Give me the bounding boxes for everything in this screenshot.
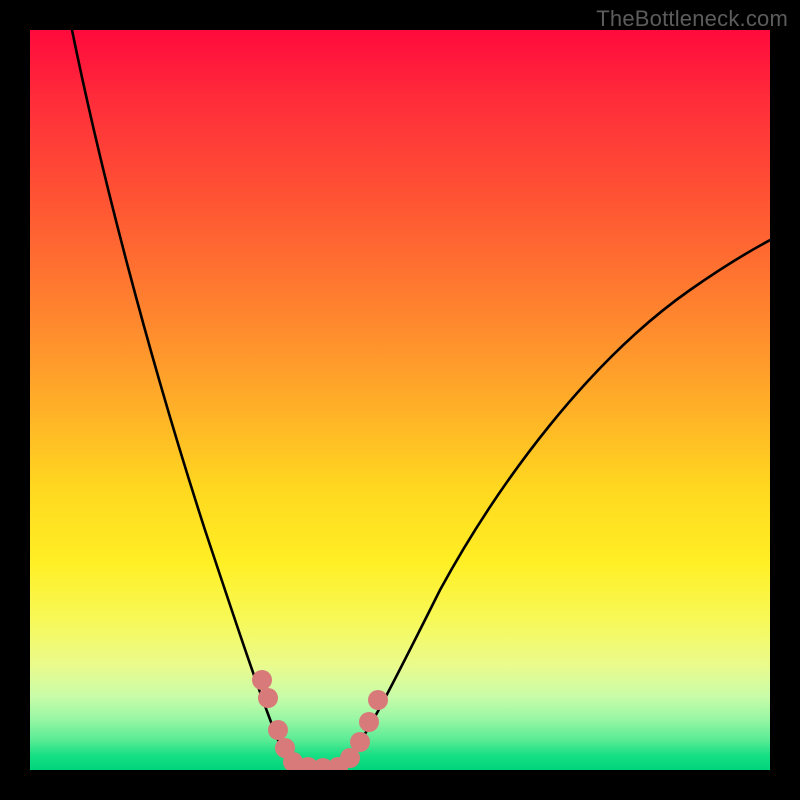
chart-frame: TheBottleneck.com — [0, 0, 800, 800]
marker-dot — [268, 720, 288, 740]
marker-dot — [368, 690, 388, 710]
right-curve — [340, 235, 770, 768]
curve-layer — [30, 30, 770, 770]
marker-dot — [359, 712, 379, 732]
marker-dot — [252, 670, 272, 690]
left-curve — [70, 30, 300, 768]
marker-dot — [350, 732, 370, 752]
plot-area — [30, 30, 770, 770]
marker-group — [252, 670, 388, 770]
watermark-text: TheBottleneck.com — [596, 6, 788, 32]
marker-dot — [258, 688, 278, 708]
